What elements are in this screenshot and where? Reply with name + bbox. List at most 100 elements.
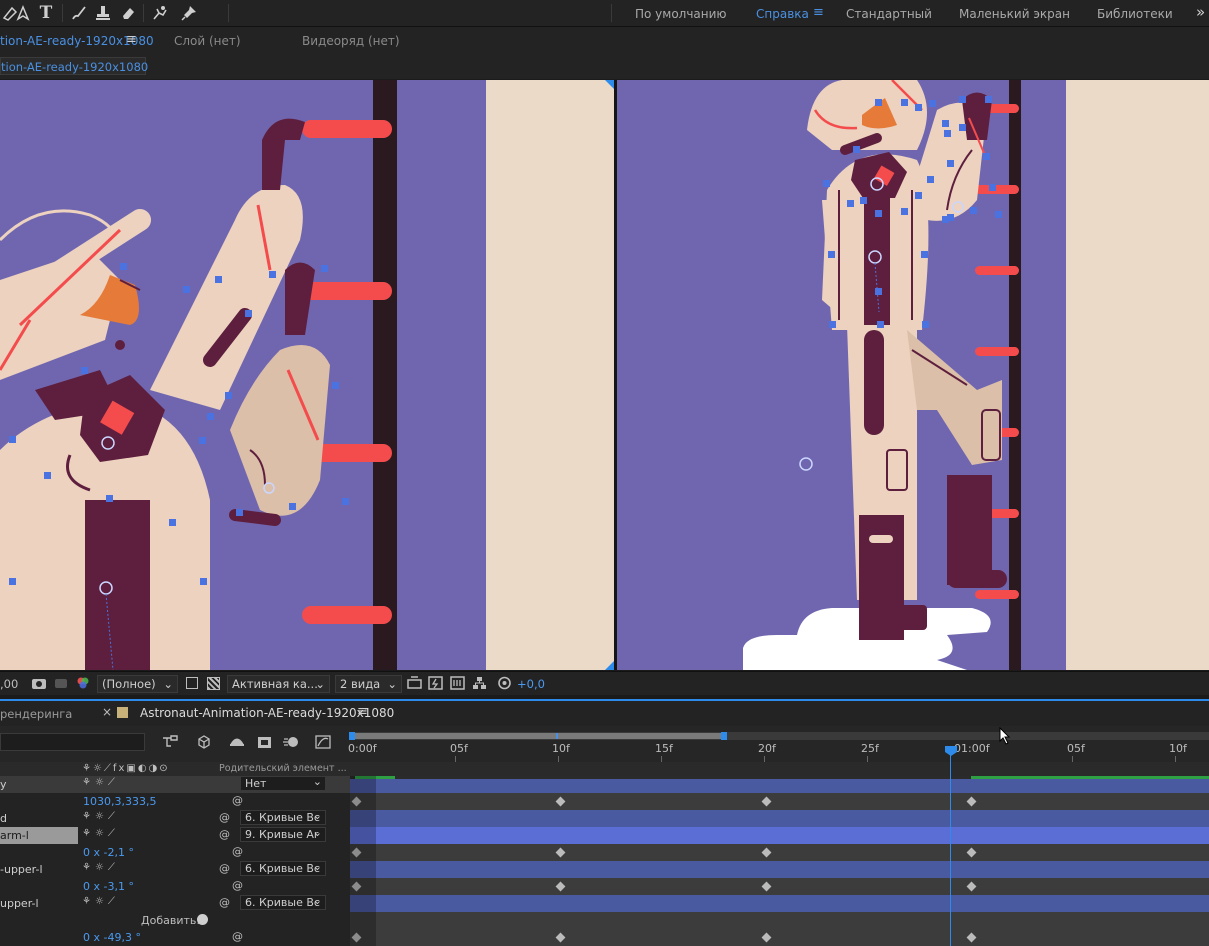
- work-area-start-handle[interactable]: [349, 732, 355, 740]
- comp-mini-flowchart-icon[interactable]: [161, 734, 179, 750]
- panel-menu-icon[interactable]: ≡: [126, 32, 137, 47]
- add-property-icon[interactable]: [197, 914, 208, 925]
- camera-select[interactable]: Активная ка... ⌄: [227, 675, 330, 693]
- keyframe[interactable]: [966, 847, 977, 858]
- keyframe[interactable]: [761, 847, 772, 858]
- property-track[interactable]: [350, 929, 1209, 946]
- layer-switches-icon[interactable]: ⚘☼⟋: [82, 862, 119, 873]
- keyframe[interactable]: [555, 796, 566, 807]
- left-view[interactable]: [0, 80, 614, 670]
- exposure-value[interactable]: +0,0: [517, 677, 545, 691]
- keyframe[interactable]: [761, 932, 772, 943]
- pick-whip-icon[interactable]: @: [219, 828, 230, 841]
- rotation-value[interactable]: 0 x -49,3 °: [83, 931, 141, 944]
- camera-snapshot-icon[interactable]: [31, 676, 47, 690]
- tab-footage[interactable]: Видеоряд (нет): [302, 34, 400, 48]
- layer-row[interactable]: arm-l ⚘☼⟋ @ 9. Кривые Ar ⌄: [0, 826, 350, 844]
- pick-whip-icon[interactable]: @: [232, 930, 243, 943]
- workspace-help[interactable]: Справка: [756, 7, 809, 21]
- timeline-icon[interactable]: [450, 676, 465, 690]
- pin-icon[interactable]: [178, 3, 200, 23]
- layer-name[interactable]: -upper-l: [0, 863, 43, 876]
- layer-switches-icon[interactable]: ⚘☼⟋: [82, 811, 119, 822]
- keyframe[interactable]: [761, 881, 772, 892]
- workspace-standard[interactable]: Стандартный: [846, 7, 932, 21]
- workspace-small-screen[interactable]: Маленький экран: [959, 7, 1070, 21]
- layer-track[interactable]: [350, 895, 1209, 912]
- parent-select[interactable]: 6. Кривые Вс ⌄: [240, 860, 326, 876]
- brush-icon[interactable]: [68, 3, 90, 23]
- workspace-default[interactable]: По умолчанию: [635, 7, 727, 21]
- property-track[interactable]: [350, 912, 1209, 929]
- graph-editor-icon[interactable]: [314, 734, 332, 750]
- position-value[interactable]: 1030,3,333,5: [83, 795, 156, 808]
- fast-preview-icon[interactable]: [428, 676, 443, 690]
- layer-row[interactable]: upper-l ⚘☼⟋ @ 6. Кривые Вс ⌄: [0, 894, 350, 912]
- layer-switches-icon[interactable]: ⚘☼⟋: [82, 896, 119, 907]
- layer-name[interactable]: arm-l: [0, 829, 29, 842]
- breadcrumb[interactable]: tion-AE-ready-1920x1080: [0, 57, 148, 75]
- workspace-overflow-icon[interactable]: »: [1196, 3, 1205, 21]
- layer-name[interactable]: upper-l: [0, 897, 39, 910]
- layer-row[interactable]: d ⚘☼⟋ @ 6. Кривые Вс ⌄: [0, 809, 350, 827]
- composition-viewer[interactable]: [0, 80, 1209, 670]
- right-view[interactable]: [617, 80, 1209, 670]
- pick-whip-icon[interactable]: @: [219, 811, 230, 824]
- workspace-menu-icon[interactable]: ≡: [813, 5, 824, 20]
- parent-column-header[interactable]: Родительский элемент ...: [219, 763, 347, 774]
- layer-track-selected[interactable]: [350, 827, 1209, 844]
- text-tool-icon[interactable]: T: [35, 3, 57, 23]
- pick-whip-icon[interactable]: @: [232, 794, 243, 807]
- keyframe[interactable]: [966, 932, 977, 943]
- region-of-interest-icon[interactable]: [186, 677, 198, 689]
- resolution-select[interactable]: (Полное) ⌄: [97, 675, 178, 693]
- workspace-libraries[interactable]: Библиотеки: [1097, 7, 1173, 21]
- switch-columns-icon[interactable]: ⚘☼⟋fx▣◐◑⊙: [82, 763, 170, 774]
- layer-switches-icon[interactable]: ⚘☼⟋: [82, 828, 119, 839]
- view-layout-select[interactable]: 2 вида ⌄: [335, 675, 402, 693]
- reset-exposure-icon[interactable]: [497, 676, 512, 690]
- keyframe[interactable]: [555, 932, 566, 943]
- layer-track[interactable]: [350, 810, 1209, 827]
- pixel-aspect-icon[interactable]: [407, 676, 422, 690]
- puppet-tool-icon[interactable]: [149, 3, 171, 23]
- tab-render-queue[interactable]: рендеринга: [0, 707, 72, 721]
- channel-icon[interactable]: [76, 676, 90, 690]
- current-time-fragment[interactable]: ,00: [0, 677, 18, 691]
- property-track[interactable]: [350, 793, 1209, 810]
- close-icon[interactable]: ×: [102, 705, 112, 719]
- property-track[interactable]: [350, 844, 1209, 861]
- tab-layer[interactable]: Слой (нет): [174, 34, 241, 48]
- keyframe[interactable]: [966, 881, 977, 892]
- pick-whip-icon[interactable]: @: [232, 845, 243, 858]
- pen-tool-icon[interactable]: [12, 3, 34, 23]
- keyframe[interactable]: [761, 796, 772, 807]
- layer-row[interactable]: y ⚘☼⟋ Нет ⌄: [0, 775, 350, 793]
- rotation-value[interactable]: 0 x -2,1 °: [83, 846, 134, 859]
- work-area-end-handle[interactable]: [721, 732, 727, 740]
- eraser-icon[interactable]: [117, 3, 139, 23]
- layer-row[interactable]: -upper-l ⚘☼⟋ @ 6. Кривые Вс ⌄: [0, 860, 350, 878]
- keyframe[interactable]: [966, 796, 977, 807]
- parent-select[interactable]: 6. Кривые Вс ⌄: [240, 894, 326, 910]
- show-snapshot-icon[interactable]: [54, 676, 68, 690]
- clone-stamp-icon[interactable]: [92, 3, 114, 23]
- parent-select[interactable]: Нет ⌄: [240, 775, 326, 791]
- work-area-bar[interactable]: [353, 733, 724, 739]
- flowchart-icon[interactable]: [472, 676, 487, 690]
- keyframe[interactable]: [555, 847, 566, 858]
- layer-track[interactable]: [350, 861, 1209, 878]
- parent-select[interactable]: 9. Кривые Ar ⌄: [240, 826, 326, 842]
- pick-whip-icon[interactable]: @: [219, 896, 230, 909]
- rotation-value[interactable]: 0 x -3,1 °: [83, 880, 134, 893]
- pick-whip-icon[interactable]: @: [232, 879, 243, 892]
- motion-blur-icon[interactable]: [282, 734, 300, 750]
- property-track[interactable]: [350, 878, 1209, 895]
- pick-whip-icon[interactable]: @: [219, 862, 230, 875]
- transparency-grid-icon[interactable]: [207, 677, 220, 690]
- panel-menu-icon[interactable]: ≡: [357, 704, 368, 719]
- playhead-line[interactable]: [950, 762, 951, 946]
- shy-layers-icon[interactable]: [228, 734, 246, 750]
- search-input[interactable]: [0, 733, 145, 751]
- timeline-tracks[interactable]: [350, 762, 1209, 946]
